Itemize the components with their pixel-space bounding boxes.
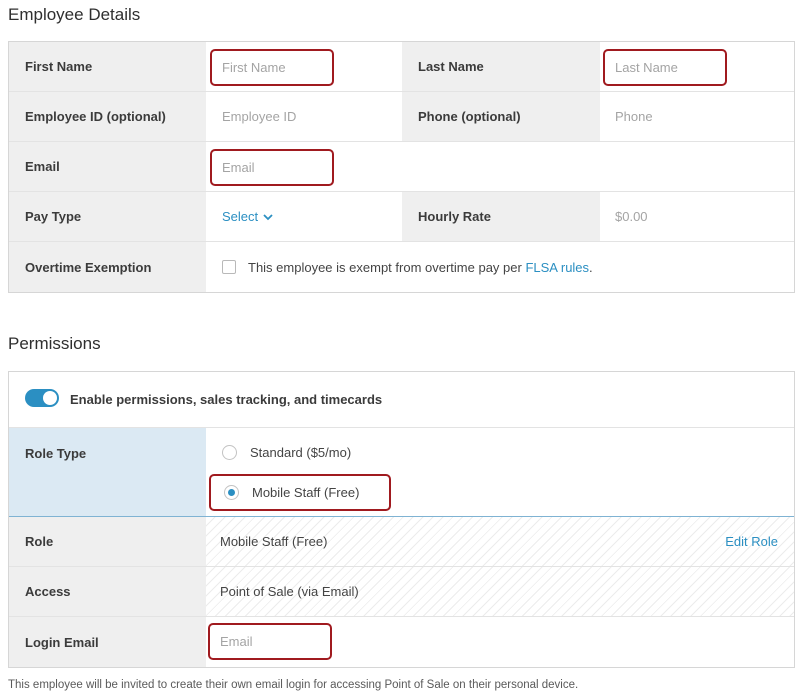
role-option-standard[interactable]: Standard ($5/mo) xyxy=(222,445,351,460)
overtime-suffix: . xyxy=(589,259,593,275)
role-option-mobile-staff[interactable]: Mobile Staff (Free) xyxy=(209,474,391,511)
role-value: Mobile Staff (Free) xyxy=(206,517,794,566)
login-email-input[interactable]: Email xyxy=(208,623,332,660)
access-label: Access xyxy=(9,567,206,616)
employee-details-heading: Employee Details xyxy=(8,5,141,24)
email-label: Email xyxy=(9,142,206,191)
chevron-down-icon xyxy=(263,213,273,220)
pay-type-value: Select xyxy=(222,209,259,224)
first-name-input[interactable]: First Name xyxy=(210,49,334,86)
row-role-type: Role Type Standard ($5/mo) Mobile Staff … xyxy=(9,428,794,517)
edit-role-link[interactable]: Edit Role xyxy=(725,517,778,566)
standard-radio[interactable] xyxy=(222,445,237,460)
row-name: First Name First Name Last Name Last Nam… xyxy=(9,42,794,92)
first-name-label: First Name xyxy=(9,42,206,91)
role-label: Role xyxy=(9,517,206,566)
phone-input[interactable]: Phone xyxy=(601,92,791,141)
permissions-heading: Permissions xyxy=(8,334,101,353)
invite-footnote: This employee will be invited to create … xyxy=(8,679,579,691)
employee-details-table: First Name First Name Last Name Last Nam… xyxy=(8,41,795,293)
row-access: Access Point of Sale (via Email) xyxy=(9,567,794,617)
row-role: Role Mobile Staff (Free) Edit Role xyxy=(9,517,794,567)
permissions-table: Enable permissions, sales tracking, and … xyxy=(8,371,795,668)
row-overtime: Overtime Exemption This employee is exem… xyxy=(9,242,794,292)
role-type-label: Role Type xyxy=(9,428,206,516)
phone-label: Phone (optional) xyxy=(402,92,600,141)
flsa-rules-link[interactable]: FLSA rules xyxy=(525,260,589,275)
pay-type-label: Pay Type xyxy=(9,192,206,241)
last-name-label: Last Name xyxy=(402,42,600,91)
row-login-email: Login Email Email xyxy=(9,617,794,667)
overtime-checkbox[interactable] xyxy=(222,260,236,274)
toggle-knob xyxy=(43,391,57,405)
row-pay: Pay Type Select Hourly Rate $0.00 xyxy=(9,192,794,242)
hourly-rate-input[interactable]: $0.00 xyxy=(601,192,791,241)
employee-id-input[interactable]: Employee ID xyxy=(208,92,398,141)
permissions-toggle-label: Enable permissions, sales tracking, and … xyxy=(70,392,383,407)
hourly-rate-label: Hourly Rate xyxy=(402,192,600,241)
overtime-label: Overtime Exemption xyxy=(9,242,206,292)
standard-label: Standard ($5/mo) xyxy=(250,445,352,460)
overtime-text: This employee is exempt from overtime pa… xyxy=(248,259,522,275)
access-value: Point of Sale (via Email) xyxy=(206,567,794,616)
pay-type-select[interactable]: Select xyxy=(208,192,398,241)
row-toggle: Enable permissions, sales tracking, and … xyxy=(9,372,794,428)
row-email: Email Email xyxy=(9,142,794,192)
employee-id-label: Employee ID (optional) xyxy=(9,92,206,141)
overtime-option: This employee is exempt from overtime pa… xyxy=(208,242,788,292)
permissions-toggle[interactable] xyxy=(25,389,59,407)
row-id-phone: Employee ID (optional) Employee ID Phone… xyxy=(9,92,794,142)
last-name-input[interactable]: Last Name xyxy=(603,49,727,86)
mobile-staff-radio[interactable] xyxy=(224,485,239,500)
mobile-staff-label: Mobile Staff (Free) xyxy=(252,485,360,500)
login-email-label: Login Email xyxy=(9,617,206,667)
email-input[interactable]: Email xyxy=(210,149,334,186)
